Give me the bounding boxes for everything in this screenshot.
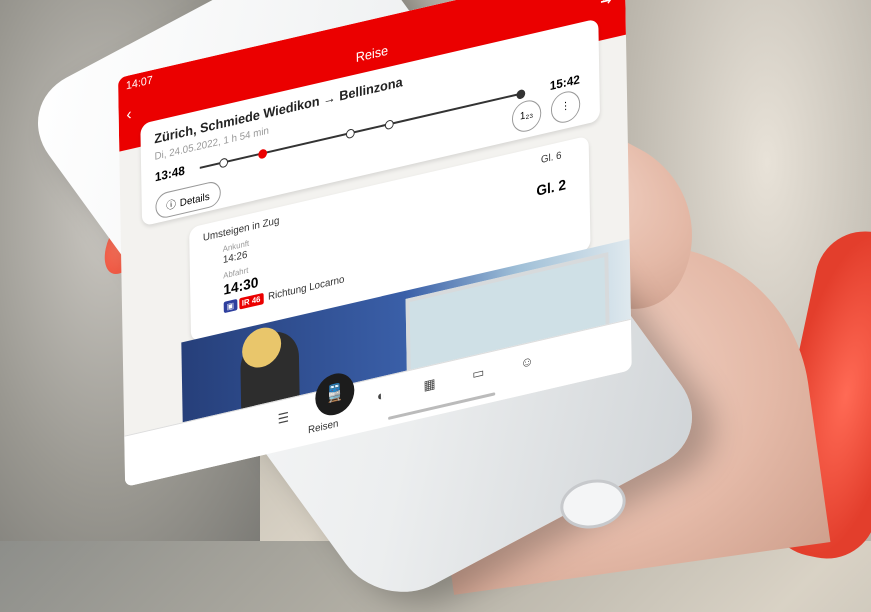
status-time: 14:07 [125, 74, 153, 93]
occupancy-label: 1₂₃ [519, 108, 534, 123]
occupancy-button[interactable]: 1₂₃ [511, 97, 542, 135]
toggle-icon[interactable]: ◐ [368, 385, 394, 413]
timeline-stop [345, 128, 355, 140]
timeline-stop [384, 119, 394, 131]
details-label: Details [179, 191, 210, 210]
departure-time: 13:48 [154, 163, 185, 185]
platform-from: Gl. 6 [540, 150, 562, 167]
train-icon: ▣ [223, 298, 238, 314]
details-button[interactable]: ⓘ Details [155, 179, 221, 221]
arrival-time: 15:42 [549, 71, 580, 94]
timetable-icon[interactable]: ☰ [271, 407, 297, 435]
info-icon: ⓘ [166, 199, 177, 213]
qr-code-icon[interactable]: ▦ [417, 374, 443, 402]
direction: Richtung Locarno [267, 274, 345, 303]
timeline-current-stop [258, 148, 268, 160]
train-badge: IR 46 [238, 292, 264, 310]
timeline-end [516, 88, 526, 100]
platform-to: Gl. 2 [536, 175, 567, 199]
sbb-logo-icon: ⇆ [600, 0, 612, 9]
profile-icon[interactable]: ☺ [514, 351, 540, 379]
tab-reisen-label: Reisen [307, 418, 339, 437]
timeline-stop [219, 157, 229, 169]
ticket-icon[interactable]: ▭ [465, 362, 491, 390]
more-icon[interactable]: ⋮ [550, 88, 581, 126]
